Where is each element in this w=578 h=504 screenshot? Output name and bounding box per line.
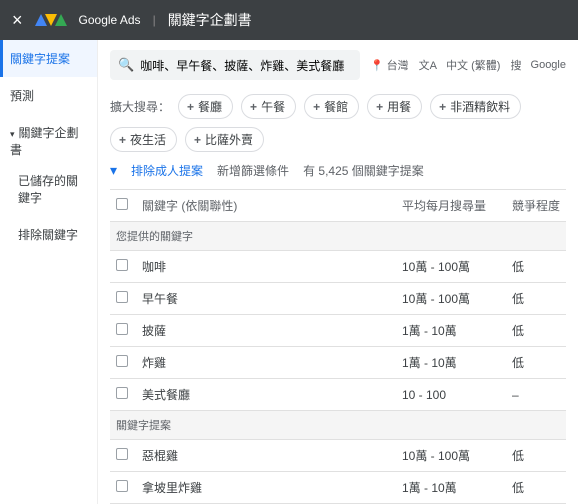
cell-volume: 10萬 - 100萬 [396,283,506,315]
page-title: 關鍵字企劃書 [168,10,252,30]
search-bar[interactable]: 🔍 [110,50,360,80]
table-row: 美式餐廳10 - 100– [110,379,566,411]
network-selector[interactable]: 搜 Google [510,57,566,73]
row-checkbox[interactable] [116,291,128,303]
cell-competition: 低 [506,347,566,379]
sidebar-section-plan[interactable]: ▾關鍵字企劃書 [0,114,97,162]
cell-volume: 1萬 - 10萬 [396,347,506,379]
table-row: 披薩1萬 - 10萬低 [110,315,566,347]
plus-icon: + [187,100,194,114]
cell-competition: 低 [506,283,566,315]
table-row: 炸雞1萬 - 10萬低 [110,347,566,379]
table-row: 惡棍雞10萬 - 100萬低 [110,440,566,472]
pin-icon: 📍 [370,59,384,72]
cell-volume: 10萬 - 100萬 [396,440,506,472]
location-selector[interactable]: 📍台灣 [370,57,409,73]
cell-competition: – [506,379,566,411]
search-icon: 🔍 [118,57,134,73]
cell-keyword: 拿坡里炸雞 [136,472,396,504]
select-all-checkbox[interactable] [116,198,128,210]
topbar: × Google Ads | 關鍵字企劃書 [0,0,578,40]
col-competition[interactable]: 競爭程度 [506,190,566,222]
table-section: 關鍵字提案 [110,411,566,440]
content: 🔍 📍台灣 文A 中文 (繁體) 搜 Google 擴大搜尋： +餐廳 +午餐 +餐… [98,40,578,504]
cell-volume: 1萬 - 10萬 [396,315,506,347]
sidebar: 關鍵字提案 預測 ▾關鍵字企劃書 已儲存的關鍵字 排除關鍵字 [0,40,98,504]
sidebar-item-keyword-ideas[interactable]: 關鍵字提案 [0,40,97,77]
filter-icon[interactable]: ▾ [110,162,117,179]
cell-competition: 低 [506,440,566,472]
cell-keyword: 披薩 [136,315,396,347]
plus-icon: + [439,100,446,114]
row-checkbox[interactable] [116,448,128,460]
broaden-chip[interactable]: +用餐 [367,94,422,119]
breadcrumb-separator: | [153,13,156,27]
broaden-chip[interactable]: +夜生活 [110,127,177,152]
broaden-chip[interactable]: +午餐 [241,94,296,119]
broaden-chip[interactable]: +非酒精飲料 [430,94,521,119]
cell-competition: 低 [506,315,566,347]
sidebar-item-forecast[interactable]: 預測 [0,77,97,114]
table-row: 早午餐10萬 - 100萬低 [110,283,566,315]
col-keyword[interactable]: 關鍵字 (依關聯性) [136,190,396,222]
product-name: Google Ads [79,13,141,27]
add-filter-link[interactable]: 新增篩選條件 [217,162,289,179]
cell-competition: 低 [506,472,566,504]
table-row: 咖啡10萬 - 100萬低 [110,251,566,283]
plus-icon: + [194,133,201,147]
broaden-chip[interactable]: +餐廳 [178,94,233,119]
keyword-table: 關鍵字 (依關聯性) 平均每月搜尋量 競爭程度 您提供的關鍵字咖啡10萬 - 1… [110,189,566,504]
plus-icon: + [250,100,257,114]
search-input[interactable] [140,58,352,72]
google-ads-logo [35,14,67,26]
broaden-label: 擴大搜尋： [110,98,170,115]
row-checkbox[interactable] [116,387,128,399]
plus-icon: + [119,133,126,147]
caret-down-icon: ▾ [10,129,15,140]
plus-icon: + [313,100,320,114]
broaden-chip[interactable]: +餐館 [304,94,359,119]
table-section: 您提供的關鍵字 [110,222,566,251]
cell-volume: 1萬 - 10萬 [396,472,506,504]
language-selector[interactable]: 文A 中文 (繁體) [419,57,501,73]
ideas-count: 有 5,425 個關鍵字提案 [303,162,424,179]
cell-keyword: 惡棍雞 [136,440,396,472]
cell-keyword: 美式餐廳 [136,379,396,411]
cell-keyword: 炸雞 [136,347,396,379]
table-row: 拿坡里炸雞1萬 - 10萬低 [110,472,566,504]
row-checkbox[interactable] [116,355,128,367]
col-volume[interactable]: 平均每月搜尋量 [396,190,506,222]
broaden-row: 擴大搜尋： +餐廳 +午餐 +餐館 +用餐 +非酒精飲料 +夜生活 +比薩外賣 [110,94,566,152]
filter-row: ▾ 排除成人提案 新增篩選條件 有 5,425 個關鍵字提案 [110,162,566,179]
broaden-chip[interactable]: +比薩外賣 [185,127,264,152]
plus-icon: + [376,100,383,114]
cell-keyword: 咖啡 [136,251,396,283]
sidebar-item-saved-keywords[interactable]: 已儲存的關鍵字 [0,162,97,216]
cell-keyword: 早午餐 [136,283,396,315]
close-icon[interactable]: × [12,10,23,31]
cell-volume: 10 - 100 [396,379,506,411]
sidebar-item-negative-keywords[interactable]: 排除關鍵字 [0,216,97,253]
cell-competition: 低 [506,251,566,283]
exclude-adult-link[interactable]: 排除成人提案 [131,162,203,179]
row-checkbox[interactable] [116,323,128,335]
cell-volume: 10萬 - 100萬 [396,251,506,283]
row-checkbox[interactable] [116,480,128,492]
row-checkbox[interactable] [116,259,128,271]
